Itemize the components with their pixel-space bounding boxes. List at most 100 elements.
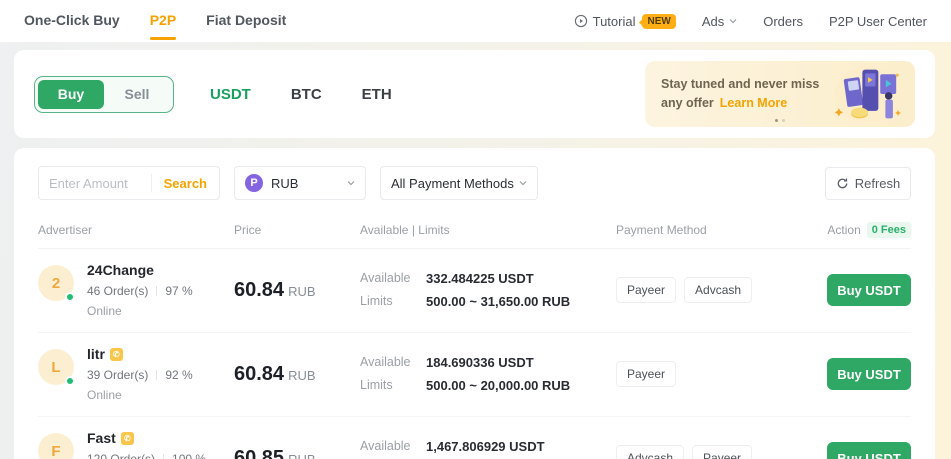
offer-row: 2 24Change ✆ 46 Order(s) 97 % Online <box>38 249 911 333</box>
online-status-dot <box>65 376 75 386</box>
banner-pagination-dots[interactable] <box>775 119 785 122</box>
action-label: Action <box>827 223 860 237</box>
completion-rate: 100 % <box>172 452 206 459</box>
play-circle-icon <box>574 14 588 28</box>
price-cell: 60.85RUB <box>234 447 360 459</box>
advertiser-avatar[interactable]: 2 <box>38 265 74 301</box>
payment-methods-cell: Advcash Payeer <box>616 445 792 459</box>
buy-usdt-button[interactable]: Buy USDT <box>827 274 911 306</box>
advertiser-stats: 120 Order(s) 100 % <box>87 452 206 459</box>
tutorial-label: Tutorial <box>593 14 636 29</box>
refresh-label: Refresh <box>855 176 901 191</box>
price-currency: RUB <box>288 284 315 299</box>
advertiser-name[interactable]: litr ✆ <box>87 346 193 362</box>
advertiser-name[interactable]: Fast ✆ <box>87 430 206 446</box>
promo-banner[interactable]: Stay tuned and never miss any offerLearn… <box>645 61 915 127</box>
sell-toggle[interactable]: Sell <box>104 80 170 109</box>
payment-methods-cell: Payeer <box>616 361 792 387</box>
dot <box>782 119 785 122</box>
offer-row: F Fast ✆ 120 Order(s) 100 % Online <box>38 417 911 459</box>
top-navigation-bar: One-Click Buy P2P Fiat Deposit Tutorial … <box>0 0 951 42</box>
tab-btc[interactable]: BTC <box>291 86 322 103</box>
advertiser-cell: F Fast ✆ 120 Order(s) 100 % Online <box>38 430 234 459</box>
advertiser-name[interactable]: 24Change ✆ <box>87 262 193 278</box>
available-limits-cell: Available 332.484225 USDT Limits 500.00 … <box>360 267 616 313</box>
avatar-letter: F <box>51 443 60 459</box>
ads-menu[interactable]: Ads <box>702 14 737 29</box>
search-button[interactable]: Search <box>152 176 219 191</box>
chevron-down-icon <box>729 17 737 25</box>
avatar-letter: 2 <box>52 275 60 292</box>
orders-label: Orders <box>763 14 803 29</box>
limits-value: 500.00 ~ 31,650.00 RUB <box>426 290 570 313</box>
price-value: 60.85 <box>234 447 284 459</box>
available-value: 1,467.806929 USDT <box>426 435 545 458</box>
buy-usdt-button[interactable]: Buy USDT <box>827 358 911 390</box>
learn-more-link[interactable]: Learn More <box>720 96 787 110</box>
tab-one-click-buy[interactable]: One-Click Buy <box>24 0 120 42</box>
price-cell: 60.84 RUB <box>234 279 360 302</box>
available-line: Available 332.484225 USDT <box>360 267 616 290</box>
advertiser-avatar[interactable]: L <box>38 349 74 385</box>
offer-row: L litr ✆ 39 Order(s) 92 % Online <box>38 333 911 417</box>
refresh-icon <box>836 177 849 190</box>
available-value: 332.484225 USDT <box>426 267 534 290</box>
available-line: Available 184.690336 USDT <box>360 351 616 374</box>
payment-chip: Advcash <box>684 277 752 303</box>
header-payment-method: Payment Method <box>616 223 792 237</box>
main-nav-tabs: One-Click Buy P2P Fiat Deposit <box>24 0 286 42</box>
payment-filter-value: All Payment Methods <box>391 176 514 191</box>
action-cell: Buy USDT <box>792 442 911 459</box>
banner-text: Stay tuned and never miss any offerLearn… <box>661 75 829 113</box>
order-count: 39 Order(s) <box>87 368 148 382</box>
payment-chip: Payeer <box>616 277 676 303</box>
buy-usdt-button[interactable]: Buy USDT <box>827 442 911 459</box>
table-header-row: Advertiser Price Available | Limits Paym… <box>38 222 911 249</box>
available-label: Available <box>360 351 426 374</box>
zero-fees-badge: 0 Fees <box>867 222 911 238</box>
online-status: Online <box>87 388 193 402</box>
tab-fiat-deposit[interactable]: Fiat Deposit <box>206 0 286 42</box>
ruble-currency-icon: P <box>245 174 263 192</box>
tab-p2p[interactable]: P2P <box>150 0 176 42</box>
refresh-button[interactable]: Refresh <box>825 167 911 200</box>
payment-chip: Payeer <box>616 361 676 387</box>
buy-toggle[interactable]: Buy <box>38 80 104 109</box>
order-count: 46 Order(s) <box>87 284 148 298</box>
buy-sell-toggle: Buy Sell <box>34 76 174 113</box>
payment-method-select[interactable]: All Payment Methods <box>380 166 538 200</box>
verified-phone-icon: ✆ <box>110 348 123 361</box>
avatar-letter: L <box>51 359 60 376</box>
payment-methods-cell: Payeer Advcash <box>616 277 792 303</box>
currency-value: RUB <box>271 176 298 191</box>
chevron-down-icon <box>519 179 527 187</box>
orders-link[interactable]: Orders <box>763 14 803 29</box>
online-status-dot <box>65 292 75 302</box>
header-available-limits: Available | Limits <box>360 223 616 237</box>
advertiser-cell: 2 24Change ✆ 46 Order(s) 97 % Online <box>38 262 234 318</box>
dot <box>775 119 778 122</box>
price-value: 60.84 <box>234 279 284 301</box>
amount-input[interactable] <box>39 176 151 191</box>
divider <box>156 286 157 296</box>
completion-rate: 92 % <box>165 368 192 382</box>
divider <box>163 454 164 459</box>
p2p-user-center-link[interactable]: P2P User Center <box>829 14 927 29</box>
fiat-currency-select[interactable]: P RUB <box>234 166 366 200</box>
tab-usdt[interactable]: USDT <box>210 86 251 103</box>
online-status: Online <box>87 304 193 318</box>
limits-line: Limits 500.00 ~ 31,650.00 RUB <box>360 290 616 313</box>
limits-label: Limits <box>360 374 426 397</box>
price-value: 60.84 <box>234 363 284 385</box>
limits-label: Limits <box>360 290 426 313</box>
advertiser-stats: 39 Order(s) 92 % <box>87 368 193 382</box>
available-label: Available <box>360 267 426 290</box>
order-count: 120 Order(s) <box>87 452 155 459</box>
filter-row: Search P RUB All Payment Methods Refresh <box>38 166 911 200</box>
divider <box>156 370 157 380</box>
tab-eth[interactable]: ETH <box>362 86 392 103</box>
tutorial-link[interactable]: Tutorial NEW <box>574 14 676 29</box>
advertiser-name-text: Fast <box>87 430 116 446</box>
header-action: Action 0 Fees <box>792 222 911 238</box>
advertiser-avatar[interactable]: F <box>38 433 74 459</box>
